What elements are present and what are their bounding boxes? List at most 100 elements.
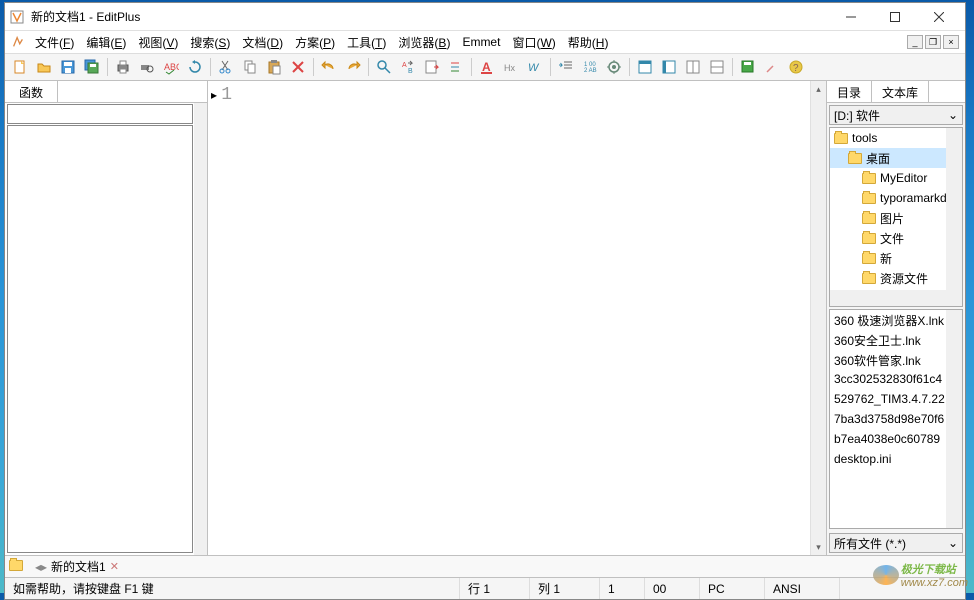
function-filter-input[interactable] — [7, 104, 193, 124]
file-filter-selector[interactable]: 所有文件 (*.*) ⌄ — [829, 533, 963, 553]
functions-tab[interactable]: 函数 — [5, 81, 58, 102]
print-preview-icon[interactable] — [136, 56, 158, 78]
folder-tree[interactable]: tools桌面MyEditortyporamarkd图片文件新资源文件 — [829, 127, 963, 307]
tab-close-icon[interactable]: ✕ — [110, 560, 119, 573]
window-title: 新的文档1 - EditPlus — [31, 8, 829, 25]
redo-icon[interactable] — [342, 56, 364, 78]
hex-icon[interactable]: Hx — [500, 56, 522, 78]
left-scrollbar[interactable] — [194, 103, 207, 555]
copy-icon[interactable] — [239, 56, 261, 78]
scroll-down-icon[interactable]: ▾ — [811, 539, 826, 555]
tree-item[interactable]: 资源文件 — [830, 268, 962, 288]
replace-icon[interactable]: AB — [397, 56, 419, 78]
menu-browser[interactable]: 浏览器(B) — [392, 32, 456, 53]
menu-tools[interactable]: 工具(T) — [341, 32, 392, 53]
tree-item[interactable]: tools — [830, 128, 962, 148]
font-color-icon[interactable]: A — [476, 56, 498, 78]
undo-icon[interactable] — [318, 56, 340, 78]
tree-item[interactable]: 桌面 — [830, 148, 962, 168]
editor-content[interactable]: ▸ 1 ▴ ▾ — [208, 81, 826, 555]
tree-item[interactable]: 文件 — [830, 228, 962, 248]
browser1-icon[interactable] — [634, 56, 656, 78]
editor-textarea[interactable] — [236, 81, 810, 555]
minimize-button[interactable] — [829, 3, 873, 31]
find-icon[interactable] — [373, 56, 395, 78]
paste-icon[interactable] — [263, 56, 285, 78]
mdi-minimize-button[interactable]: _ — [907, 35, 923, 49]
save-project-icon[interactable] — [737, 56, 759, 78]
editor-vertical-scrollbar[interactable]: ▴ ▾ — [810, 81, 826, 555]
chevron-down-icon: ⌄ — [948, 108, 958, 122]
menu-search[interactable]: 搜索(S) — [184, 32, 236, 53]
tree-item[interactable]: typoramarkd — [830, 188, 962, 208]
file-item[interactable]: 529762_TIM3.4.7.22 — [830, 390, 962, 410]
toolbar: ABC AB A Hx W 1 002 AB ? — [5, 53, 965, 81]
menu-document[interactable]: 文档(D) — [236, 32, 289, 53]
filelist-scrollbar[interactable] — [946, 310, 962, 528]
word-wrap-icon[interactable]: W — [524, 56, 546, 78]
save-all-icon[interactable] — [81, 56, 103, 78]
file-item[interactable]: 7ba3d3758d98e70f6 — [830, 410, 962, 430]
file-list[interactable]: 360 极速浏览器X.lnk360安全卫士.lnk360软件管家.lnk3cc3… — [829, 309, 963, 529]
function-list[interactable] — [7, 125, 193, 553]
browser4-icon[interactable] — [706, 56, 728, 78]
tool-icon[interactable] — [761, 56, 783, 78]
settings-icon[interactable] — [603, 56, 625, 78]
file-item[interactable]: 3cc302532830f61c4 — [830, 370, 962, 390]
document-tab[interactable]: ◂▸ 新的文档1 ✕ — [27, 556, 127, 577]
file-item[interactable]: b7ea4038e0c60789 — [830, 430, 962, 450]
file-item[interactable]: 360软件管家.lnk — [830, 350, 962, 370]
menu-view[interactable]: 视图(V) — [132, 32, 184, 53]
line-cursor-icon: ▸ — [211, 88, 217, 102]
new-file-icon[interactable] — [9, 56, 31, 78]
indent-icon[interactable] — [555, 56, 577, 78]
spellcheck-icon[interactable]: ABC — [160, 56, 182, 78]
delete-icon[interactable] — [287, 56, 309, 78]
tab-marker-icon: ◂▸ — [35, 560, 47, 574]
goto-icon[interactable] — [421, 56, 443, 78]
refresh-icon[interactable] — [184, 56, 206, 78]
open-file-icon[interactable] — [33, 56, 55, 78]
menu-edit[interactable]: 编辑(E) — [80, 32, 132, 53]
menu-file[interactable]: 文件(F) — [29, 32, 80, 53]
menu-project[interactable]: 方案(P) — [289, 32, 341, 53]
mdi-close-button[interactable]: × — [943, 35, 959, 49]
file-item[interactable]: 360安全卫士.lnk — [830, 330, 962, 350]
close-button[interactable] — [917, 3, 961, 31]
mdi-restore-button[interactable]: ❐ — [925, 35, 941, 49]
tree-horizontal-scrollbar[interactable] — [830, 290, 946, 306]
directory-tab[interactable]: 目录 — [827, 81, 872, 102]
print-icon[interactable] — [112, 56, 134, 78]
maximize-button[interactable] — [873, 3, 917, 31]
column-icon[interactable]: 1 002 AB — [579, 56, 601, 78]
browser2-icon[interactable] — [658, 56, 680, 78]
menu-help[interactable]: 帮助(H) — [562, 32, 615, 53]
menu-emmet[interactable]: Emmet — [456, 33, 506, 51]
chevron-down-icon: ⌄ — [948, 536, 958, 550]
bookmark-icon[interactable] — [445, 56, 467, 78]
app-window: 新的文档1 - EditPlus 文件(F) 编辑(E) 视图(V) 搜索(S)… — [4, 2, 966, 600]
folder-icon — [862, 193, 876, 204]
tree-item[interactable]: MyEditor — [830, 168, 962, 188]
svg-text:ABC: ABC — [164, 62, 179, 72]
svg-text:B: B — [408, 68, 413, 75]
save-icon[interactable] — [57, 56, 79, 78]
help-icon[interactable]: ? — [785, 56, 807, 78]
tree-item[interactable]: 图片 — [830, 208, 962, 228]
browser3-icon[interactable] — [682, 56, 704, 78]
document-tab-label: 新的文档1 — [51, 558, 106, 575]
folder-icon — [862, 173, 876, 184]
status-mode: PC — [700, 578, 765, 599]
right-panel-tabs: 目录 文本库 — [827, 81, 965, 103]
app-icon — [9, 9, 25, 25]
menu-window[interactable]: 窗口(W) — [506, 32, 561, 53]
file-item[interactable]: 360 极速浏览器X.lnk — [830, 310, 962, 330]
scroll-up-icon[interactable]: ▴ — [811, 81, 826, 97]
document-tabs: ◂▸ 新的文档1 ✕ — [5, 555, 965, 577]
file-item[interactable]: desktop.ini — [830, 450, 962, 470]
tree-item[interactable]: 新 — [830, 248, 962, 268]
drive-selector[interactable]: [D:] 软件 ⌄ — [829, 105, 963, 125]
cliptext-tab[interactable]: 文本库 — [872, 81, 929, 102]
tree-vertical-scrollbar[interactable] — [946, 128, 962, 290]
cut-icon[interactable] — [215, 56, 237, 78]
